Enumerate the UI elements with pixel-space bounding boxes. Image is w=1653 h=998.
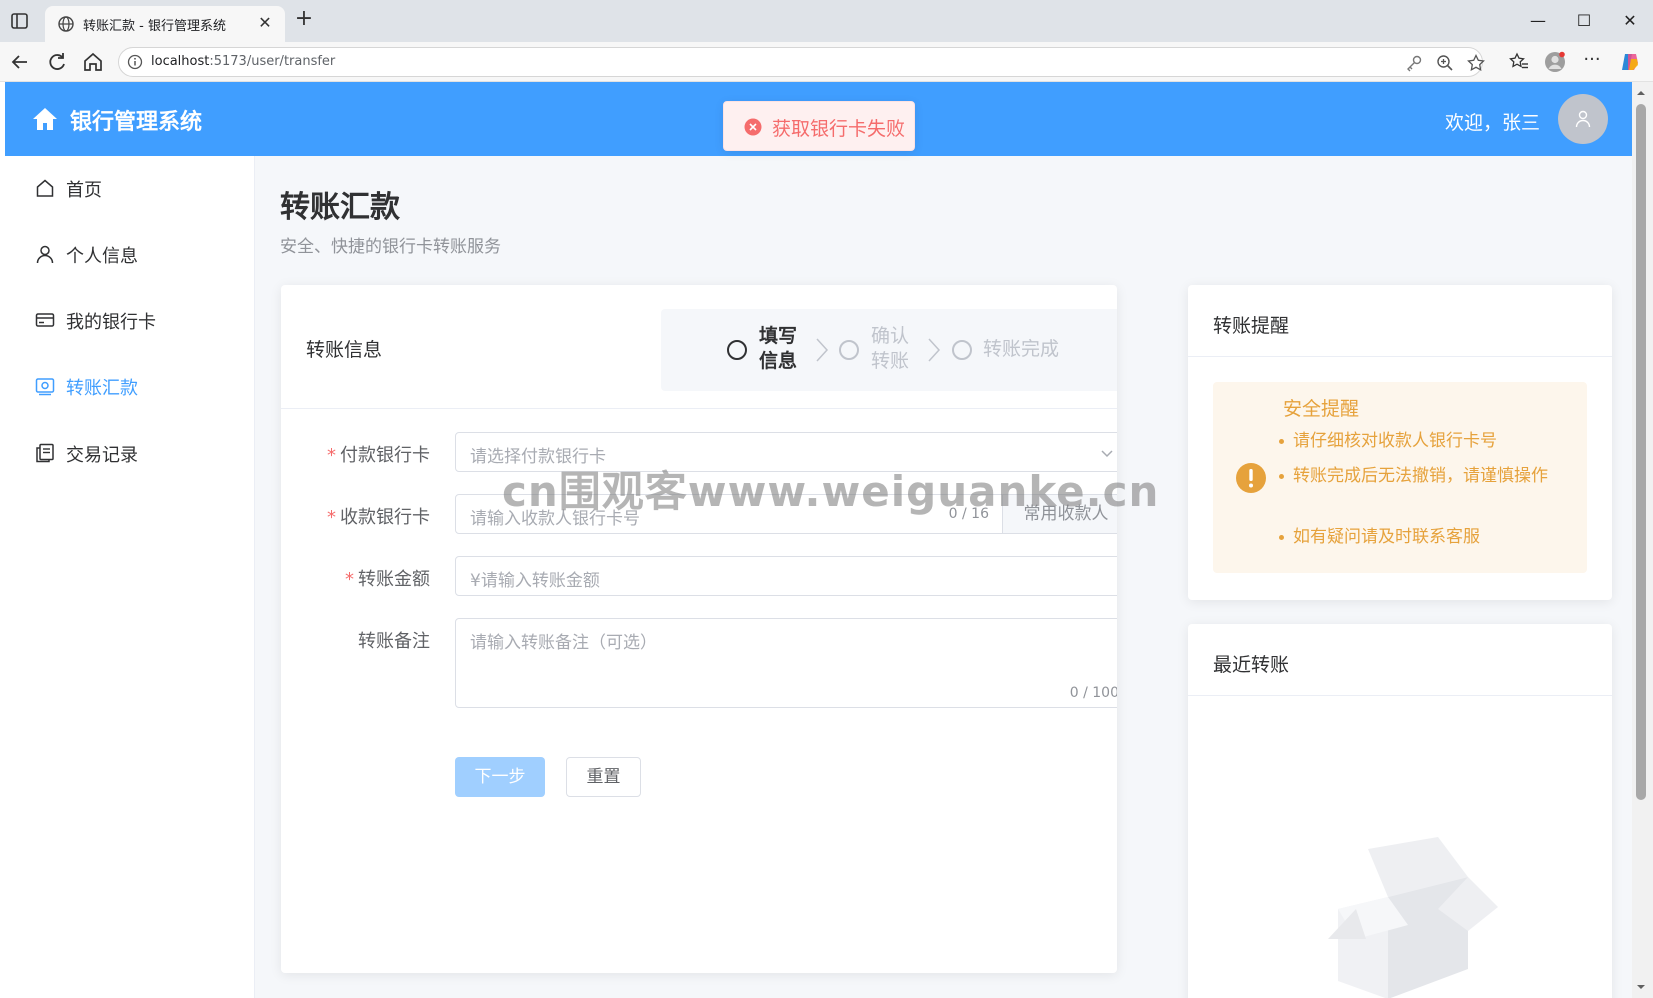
alert-item: 转账完成后无法撤销，请谨慎操作	[1279, 463, 1573, 489]
sidebar-item-profile[interactable]: 个人信息	[5, 226, 255, 282]
welcome-text: 欢迎，张三	[1445, 112, 1541, 134]
sidebar-item-home[interactable]: 首页	[5, 160, 255, 216]
minimize-icon[interactable]: —	[1515, 6, 1561, 36]
browser-tab-bar: 转账汇款 - 银行管理系统 ✕ + — ☐ ✕	[0, 0, 1653, 42]
card-header: 最近转账	[1188, 624, 1612, 696]
browser-address-bar: localhost:5173/user/transfer ···	[0, 42, 1653, 82]
sidebar: 首页 个人信息 我的银行卡 转账汇款 交易记录	[5, 156, 255, 998]
scrollbar-thumb[interactable]	[1636, 104, 1646, 800]
card-header: 转账提醒	[1188, 285, 1612, 357]
step-arrow-icon	[816, 338, 829, 362]
window-close-icon[interactable]: ✕	[1607, 6, 1653, 36]
scroll-down-icon[interactable]	[1636, 982, 1646, 992]
card-title: 转账信息	[306, 339, 383, 361]
home-icon	[36, 179, 54, 197]
tab-close-icon[interactable]: ✕	[255, 13, 275, 33]
zoom-icon[interactable]	[1435, 53, 1455, 73]
favorite-star-icon[interactable]	[1466, 53, 1486, 73]
home-logo-icon	[33, 108, 57, 130]
alert-title: 安全提醒	[1283, 398, 1360, 420]
user-icon	[36, 245, 54, 264]
new-tab-icon[interactable]: +	[292, 8, 316, 32]
tab-actions-icon[interactable]	[10, 12, 30, 30]
steps-bar: 填写 信息 确认 转账 转账完成	[661, 309, 1117, 391]
step-1-label: 填写 信息	[759, 325, 798, 372]
transfer-reminder-card: 转账提醒 安全提醒 请仔细核对收款人银行卡号 转账完成后无法撤销，请谨慎操作 如…	[1188, 285, 1612, 600]
amount-label: * 转账金额	[345, 569, 430, 590]
transfer-info-card: 转账信息 填写 信息 确认 转账 转账完成 * 付款银行卡 请选择付款银行卡 * 收款银…	[281, 285, 1117, 973]
step-3-label: 转账完成	[983, 338, 1060, 360]
watermark-text: cn围观客www.weiguanke.cn	[502, 467, 1160, 516]
step-1-icon	[727, 340, 747, 360]
sidebar-item-label: 转账汇款	[66, 378, 138, 399]
browser-tab-active[interactable]: 转账汇款 - 银行管理系统 ✕	[45, 6, 285, 42]
page-title: 转账汇款	[280, 190, 400, 225]
error-toast: 获取银行卡失败	[723, 101, 915, 151]
credit-card-icon	[35, 313, 55, 327]
sidebar-item-label: 我的银行卡	[66, 312, 156, 333]
reset-button[interactable]: 重置	[566, 757, 641, 797]
reload-icon[interactable]	[45, 50, 69, 74]
tab-title: 转账汇款 - 银行管理系统	[83, 19, 226, 34]
card-header: 转账信息 填写 信息 确认 转账 转账完成	[281, 285, 1117, 409]
amount-input[interactable]: ¥请输入转账金额	[455, 556, 1117, 596]
sidebar-item-label: 首页	[66, 180, 102, 201]
warning-icon	[1236, 463, 1266, 493]
sidebar-item-records[interactable]: 交易记录	[5, 425, 255, 481]
copilot-icon[interactable]	[1619, 51, 1641, 73]
transfer-icon	[35, 378, 55, 396]
next-step-button[interactable]: 下一步	[455, 757, 545, 797]
maximize-icon[interactable]: ☐	[1561, 6, 1607, 36]
recent-transfers-card: 最近转账	[1188, 624, 1612, 998]
error-icon	[744, 118, 762, 136]
url-text: localhost:5173/user/transfer	[151, 54, 336, 69]
user-avatar-icon	[1575, 110, 1591, 128]
note-textarea[interactable]: 请输入转账备注（可选） 0 / 100	[455, 618, 1117, 708]
note-label: 转账备注	[358, 631, 430, 652]
amount-placeholder: ¥请输入转账金额	[470, 571, 600, 591]
step-arrow-icon	[928, 338, 941, 362]
sidebar-item-cards[interactable]: 我的银行卡	[5, 292, 255, 348]
card-title: 最近转账	[1213, 654, 1290, 676]
alert-item: 如有疑问请及时联系客服	[1279, 524, 1573, 550]
toast-message: 获取银行卡失败	[772, 118, 906, 140]
avatar[interactable]	[1558, 94, 1608, 144]
payer-label: * 付款银行卡	[327, 445, 430, 466]
favorites-icon[interactable]	[1508, 51, 1530, 73]
card-title: 转账提醒	[1213, 315, 1290, 337]
sidebar-item-label: 交易记录	[66, 445, 138, 466]
payee-label: * 收款银行卡	[327, 507, 430, 528]
home-browser-icon[interactable]	[81, 50, 105, 74]
step-2-label: 确认 转账	[871, 325, 910, 372]
note-placeholder: 请输入转账备注（可选）	[470, 633, 657, 653]
note-counter: 0 / 100	[1069, 685, 1117, 701]
url-input[interactable]: localhost:5173/user/transfer	[118, 47, 1486, 77]
safety-alert: 安全提醒 请仔细核对收款人银行卡号 转账完成后无法撤销，请谨慎操作 如有疑问请及…	[1213, 382, 1587, 573]
sidebar-item-transfer[interactable]: 转账汇款	[5, 358, 255, 414]
scroll-up-icon[interactable]	[1636, 88, 1646, 98]
sidebar-item-label: 个人信息	[66, 246, 138, 267]
step-2-icon	[839, 340, 859, 360]
globe-icon	[58, 16, 74, 32]
empty-box-icon	[1328, 837, 1498, 998]
profile-icon[interactable]	[1544, 51, 1566, 73]
step-3-icon	[952, 340, 972, 360]
back-icon[interactable]	[8, 50, 32, 74]
document-icon	[36, 443, 54, 463]
app-title: 银行管理系统	[70, 110, 203, 135]
site-info-icon[interactable]	[127, 54, 143, 70]
alert-item: 请仔细核对收款人银行卡号	[1279, 428, 1573, 454]
page-subtitle: 安全、快捷的银行卡转账服务	[280, 237, 501, 257]
more-options-icon[interactable]: ···	[1581, 51, 1603, 73]
app-root: 银行管理系统 欢迎，张三 首页 个人信息 我的银行卡 转账汇款 交易记录 转账汇…	[5, 82, 1632, 998]
key-icon[interactable]	[1404, 53, 1424, 73]
